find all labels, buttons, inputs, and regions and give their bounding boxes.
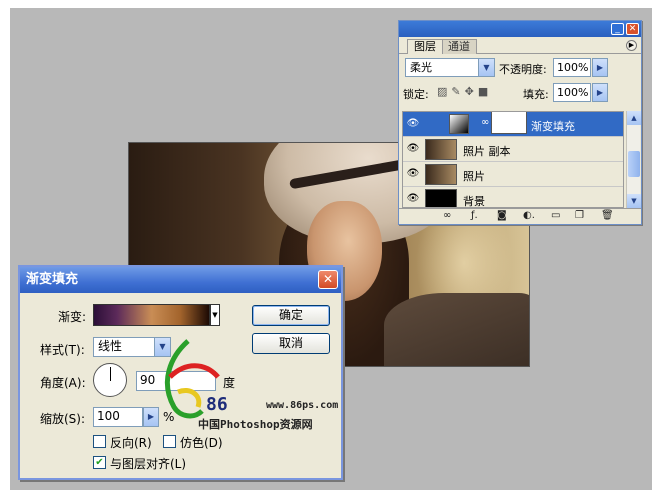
- angle-needle: [110, 367, 111, 381]
- style-label: 样式(T):: [40, 343, 85, 357]
- align-checkbox[interactable]: ✔: [93, 456, 106, 469]
- layer-name: 照片 副本: [463, 145, 511, 158]
- scale-label: 缩放(S):: [40, 412, 86, 426]
- cancel-button[interactable]: 取消: [252, 333, 330, 354]
- eye-icon[interactable]: 👁: [405, 191, 421, 207]
- lock-icons[interactable]: ▨✎✥■: [437, 85, 492, 98]
- gradient-thumbnail: [449, 114, 469, 134]
- close-icon[interactable]: ✕: [318, 270, 338, 289]
- scroll-thumb[interactable]: [628, 151, 640, 177]
- chevron-down-icon[interactable]: ▼: [478, 59, 494, 76]
- layers-list: 👁 ∞ 渐变填充 👁 照片 副本 👁 照片 👁 背景: [402, 111, 624, 208]
- scroll-up-icon[interactable]: ▲: [627, 111, 641, 125]
- dither-checkbox[interactable]: [163, 435, 176, 448]
- fill-input[interactable]: 100%: [553, 83, 591, 102]
- eye-icon[interactable]: 👁: [405, 116, 421, 132]
- fill-label: 填充:: [523, 88, 549, 101]
- layer-row-photo[interactable]: 👁 照片: [403, 162, 623, 187]
- layer-row-photo-copy[interactable]: 👁 照片 副本: [403, 137, 623, 162]
- triangle-right-icon[interactable]: ▶: [592, 58, 608, 77]
- lock-transparent-icon[interactable]: ▨: [437, 85, 451, 98]
- eye-icon[interactable]: 👁: [405, 166, 421, 182]
- reverse-checkbox[interactable]: [93, 435, 106, 448]
- opacity-label: 不透明度:: [499, 63, 547, 76]
- dither-label: 仿色(D): [180, 436, 223, 450]
- layer-row-gradient-fill[interactable]: 👁 ∞ 渐变填充: [403, 112, 623, 137]
- layer-row-background[interactable]: 👁 背景: [403, 187, 623, 208]
- align-label: 与图层对齐(L): [110, 457, 187, 471]
- eye-icon[interactable]: 👁: [405, 141, 421, 157]
- gradient-fill-dialog: 渐变填充 ✕ 渐变: ▼ 确定 取消 样式(T): 线性 ▼ 角度(A): 90…: [18, 265, 343, 480]
- angle-dial[interactable]: [93, 363, 127, 397]
- layers-panel: _ ✕ 图层 通道 ▶ 柔光 ▼ 不透明度: 100% ▶ 锁定: ▨✎✥■ 填…: [398, 20, 642, 225]
- tab-layers[interactable]: 图层: [407, 39, 443, 54]
- adjustment-layer-icon[interactable]: ◐.: [523, 210, 535, 221]
- angle-unit: 度: [223, 376, 236, 390]
- watermark-name: 中国Photoshop资源网: [198, 418, 313, 431]
- layer-thumbnail: [425, 164, 457, 185]
- add-mask-icon[interactable]: ◙: [497, 210, 507, 221]
- scale-input[interactable]: 100: [93, 407, 143, 427]
- blend-row: 柔光 ▼ 不透明度: 100% ▶: [399, 57, 641, 79]
- lock-brush-icon[interactable]: ✎: [451, 85, 464, 98]
- lock-move-icon[interactable]: ✥: [465, 85, 478, 98]
- dialog-title-text: 渐变填充: [26, 272, 79, 287]
- dialog-title[interactable]: 渐变填充 ✕: [20, 267, 341, 293]
- panel-menu-icon[interactable]: ▶: [626, 40, 637, 51]
- delete-layer-icon[interactable]: 🗑: [601, 210, 614, 221]
- new-group-icon[interactable]: ▭: [551, 210, 560, 221]
- gradient-swatch[interactable]: [93, 304, 210, 326]
- mask-thumbnail: [491, 112, 527, 134]
- chevron-down-icon[interactable]: ▼: [210, 304, 220, 326]
- blend-mode-value: 柔光: [410, 61, 432, 74]
- chain-link-icon[interactable]: ∞: [481, 117, 489, 128]
- layers-bottom-bar: ∞ ƒ. ◙ ◐. ▭ ❐ 🗑: [399, 208, 641, 224]
- lock-label: 锁定:: [403, 88, 429, 101]
- layers-tabs: 图层 通道 ▶: [399, 37, 641, 54]
- blend-mode-select[interactable]: 柔光 ▼: [405, 58, 495, 77]
- scroll-down-icon[interactable]: ▼: [627, 194, 641, 208]
- layer-name: 照片: [463, 170, 485, 183]
- watermark-url: www.86ps.com: [266, 400, 339, 411]
- layer-thumbnail: [425, 189, 457, 207]
- triangle-right-icon[interactable]: ▶: [592, 83, 608, 102]
- minimize-icon[interactable]: _: [611, 23, 624, 35]
- link-layers-icon[interactable]: ∞: [443, 210, 451, 221]
- layers-titlebar[interactable]: _ ✕: [399, 21, 641, 37]
- logo-red-stroke: [168, 363, 220, 379]
- close-icon[interactable]: ✕: [626, 23, 639, 35]
- reverse-label: 反向(R): [110, 436, 152, 450]
- photo-coat: [384, 293, 529, 366]
- logo-yellow-stroke: [177, 388, 202, 408]
- tab-channels[interactable]: 通道: [441, 39, 477, 54]
- layer-thumbnail: [425, 139, 457, 160]
- style-value: 线性: [98, 339, 123, 353]
- layer-style-icon[interactable]: ƒ.: [471, 210, 478, 221]
- opacity-input[interactable]: 100%: [553, 58, 591, 77]
- ok-button[interactable]: 确定: [252, 305, 330, 326]
- lock-row: 锁定: ▨✎✥■ 填充: 100% ▶: [399, 82, 641, 104]
- layer-name: 背景: [463, 195, 485, 208]
- gradient-label: 渐变:: [58, 310, 87, 324]
- new-layer-icon[interactable]: ❐: [575, 210, 584, 221]
- angle-label: 角度(A):: [40, 376, 86, 390]
- layers-scrollbar[interactable]: ▲ ▼: [626, 111, 641, 208]
- lock-all-icon[interactable]: ■: [478, 85, 492, 98]
- watermark-number: 86: [206, 394, 228, 415]
- layer-name: 渐变填充: [531, 120, 575, 133]
